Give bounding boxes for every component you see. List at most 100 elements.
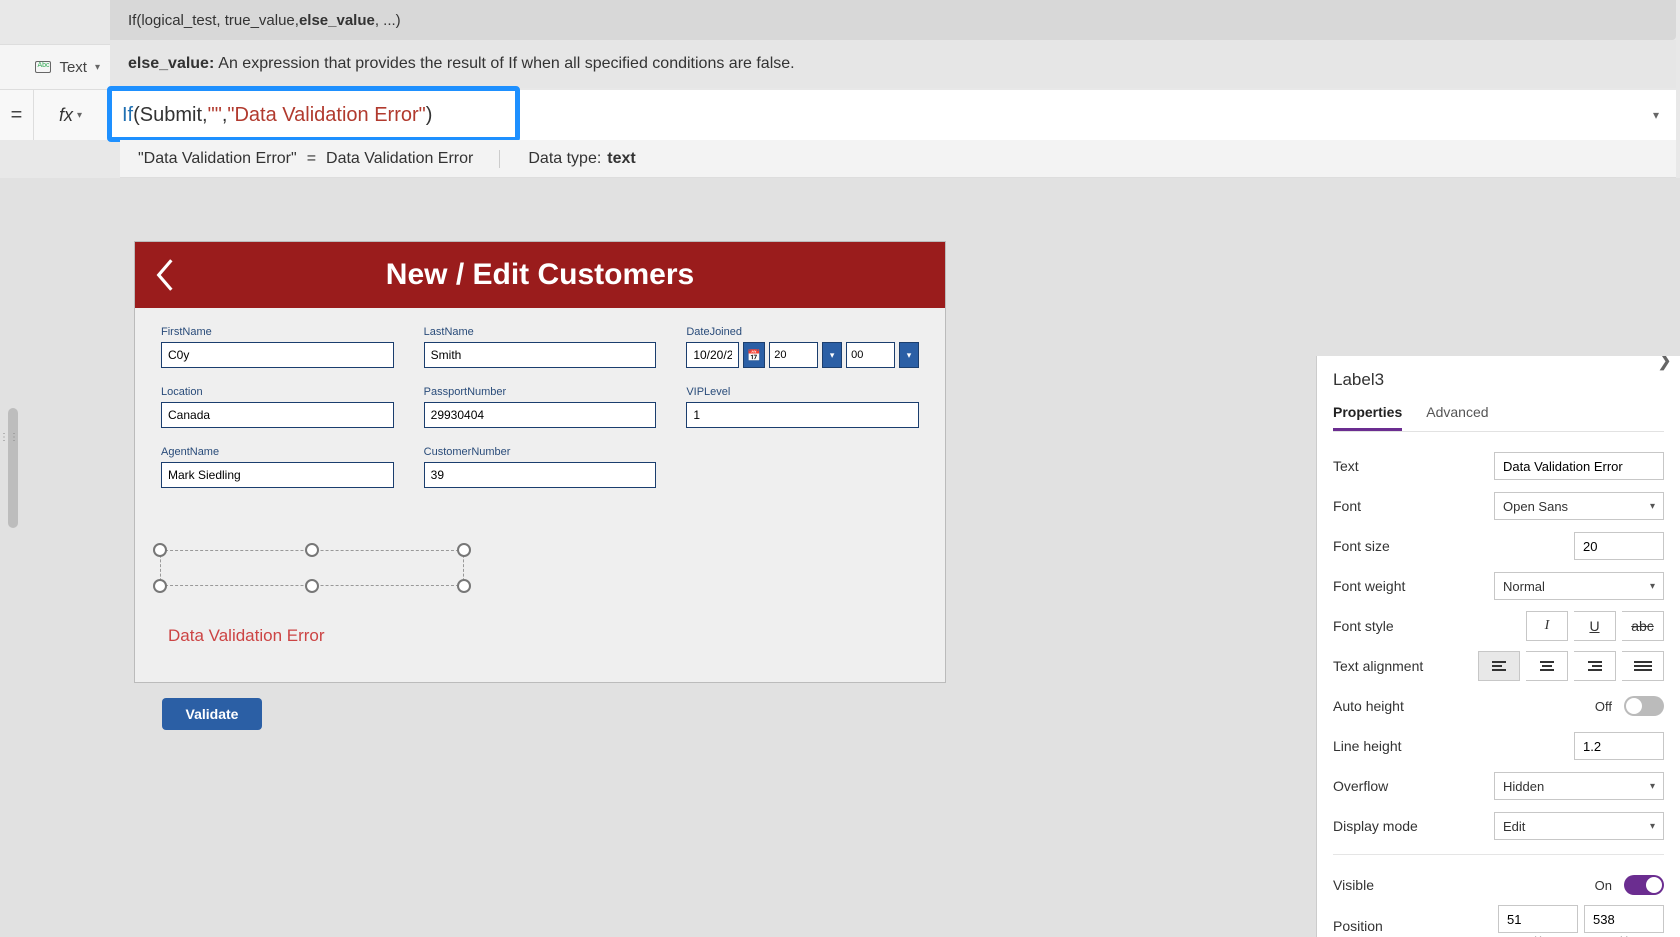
field-customer-no: CustomerNumber xyxy=(424,446,657,488)
chevron-left-icon xyxy=(151,256,179,294)
strikethrough-button[interactable]: abc xyxy=(1622,611,1664,641)
tok-id: Submit xyxy=(140,104,202,127)
prop-label: Visible xyxy=(1333,877,1595,893)
display-mode-value: Edit xyxy=(1503,819,1525,834)
text-property-icon xyxy=(35,61,51,73)
field-first-name: FirstName xyxy=(161,326,394,368)
sig-pre: (logical_test, true_value, xyxy=(136,12,299,29)
position-x-input[interactable] xyxy=(1498,905,1578,933)
formula-editor[interactable]: If ( Submit , "" , "Data Validation Erro… xyxy=(108,90,1636,140)
auto-height-state: Off xyxy=(1595,699,1612,714)
sig-suf: , ...) xyxy=(375,12,401,29)
label: LastName xyxy=(424,326,657,338)
property-selector[interactable]: Text ▾ xyxy=(0,44,110,90)
selected-control-name: Label3 xyxy=(1333,370,1664,390)
scrollbar[interactable] xyxy=(8,408,18,528)
line-height-input[interactable] xyxy=(1574,732,1664,760)
resize-handle[interactable] xyxy=(153,543,167,557)
font-select[interactable]: Open Sans▾ xyxy=(1494,492,1664,520)
hint-text: An expression that provides the result o… xyxy=(218,55,794,73)
chevron-down-icon: ▾ xyxy=(1650,781,1655,792)
last-name-input[interactable] xyxy=(424,342,657,368)
chevron-right-icon[interactable]: ❯ xyxy=(1657,356,1672,371)
vip-input[interactable] xyxy=(686,402,919,428)
prop-label: Line height xyxy=(1333,738,1574,754)
chevron-down-icon: ▾ xyxy=(1650,821,1655,832)
location-input[interactable] xyxy=(161,402,394,428)
label: PassportNumber xyxy=(424,386,657,398)
customer-no-input[interactable] xyxy=(424,462,657,488)
label: DateJoined xyxy=(686,326,919,338)
visible-state: On xyxy=(1595,878,1612,893)
chevron-down-icon: ▾ xyxy=(1650,581,1655,592)
fx-button[interactable]: fx▾ xyxy=(34,90,108,140)
chevron-down-icon: ▾ xyxy=(1650,501,1655,512)
minute-dropdown[interactable] xyxy=(899,342,919,368)
tok-open: ( xyxy=(133,104,140,127)
resize-handle[interactable] xyxy=(305,543,319,557)
prop-label: Font xyxy=(1333,498,1494,514)
resize-handle[interactable] xyxy=(305,579,319,593)
equals-button[interactable]: = xyxy=(0,90,34,140)
align-right-button[interactable] xyxy=(1574,651,1616,681)
field-vip: VIPLevel xyxy=(686,386,919,428)
expand-formula-button[interactable]: ▾ xyxy=(1636,90,1676,140)
eval-rhs: Data Validation Error xyxy=(326,150,473,168)
calendar-icon[interactable]: 📅 xyxy=(743,342,765,368)
minute-input[interactable] xyxy=(846,342,895,368)
position-y-input[interactable] xyxy=(1584,905,1664,933)
label: VIPLevel xyxy=(686,386,919,398)
agent-input[interactable] xyxy=(161,462,394,488)
prop-label: Text xyxy=(1333,458,1494,474)
panel-tabs: Properties Advanced xyxy=(1333,404,1664,432)
display-mode-select[interactable]: Edit ▾ xyxy=(1494,812,1664,840)
font-size-input[interactable] xyxy=(1574,532,1664,560)
tok-str: "" xyxy=(208,104,222,127)
date-joined-input[interactable] xyxy=(686,342,739,368)
font-weight-value: Normal xyxy=(1503,579,1545,594)
font-weight-select[interactable]: Normal ▾ xyxy=(1494,572,1664,600)
design-canvas[interactable]: ⋮⋮ New / Edit Customers FirstName LastNa… xyxy=(0,178,1680,937)
app-title: New / Edit Customers xyxy=(386,258,694,292)
prop-label: Position xyxy=(1333,918,1498,934)
underline-button[interactable]: U xyxy=(1574,611,1616,641)
property-selector-label: Text xyxy=(59,59,87,76)
app-header: New / Edit Customers xyxy=(135,242,945,308)
align-justify-button[interactable] xyxy=(1622,651,1664,681)
field-passport: PassportNumber xyxy=(424,386,657,428)
label: CustomerNumber xyxy=(424,446,657,458)
tab-properties[interactable]: Properties xyxy=(1333,404,1402,431)
hour-input[interactable] xyxy=(769,342,818,368)
label: AgentName xyxy=(161,446,394,458)
prop-label: Font weight xyxy=(1333,578,1494,594)
error-label[interactable]: Data Validation Error xyxy=(160,618,460,654)
text-value-input[interactable] xyxy=(1494,452,1664,480)
overflow-select[interactable]: Hidden▾ xyxy=(1494,772,1664,800)
label: FirstName xyxy=(161,326,394,338)
italic-button[interactable]: I xyxy=(1526,611,1568,641)
chevron-down-icon: ▾ xyxy=(95,62,100,73)
back-button[interactable] xyxy=(151,256,179,294)
passport-input[interactable] xyxy=(424,402,657,428)
field-location: Location xyxy=(161,386,394,428)
eval-lhs: "Data Validation Error" xyxy=(138,150,297,168)
field-last-name: LastName xyxy=(424,326,657,368)
resize-handle[interactable] xyxy=(457,543,471,557)
formula-signature: If (logical_test, true_value, else_value… xyxy=(110,0,1676,40)
tab-advanced[interactable]: Advanced xyxy=(1426,404,1488,431)
auto-height-toggle[interactable] xyxy=(1624,696,1664,716)
validate-button[interactable]: Validate xyxy=(162,698,262,730)
hint-label: else_value: xyxy=(128,55,214,73)
resize-handle[interactable] xyxy=(153,579,167,593)
first-name-input[interactable] xyxy=(161,342,394,368)
resize-handle[interactable] xyxy=(457,579,471,593)
tok-str: "Data Validation Error" xyxy=(227,104,425,127)
prop-label: Font style xyxy=(1333,618,1526,634)
field-date-joined: DateJoined 📅 xyxy=(686,326,919,368)
visible-toggle[interactable] xyxy=(1624,875,1664,895)
align-center-button[interactable] xyxy=(1526,651,1568,681)
text-align-group xyxy=(1478,651,1664,681)
resize-grip-icon[interactable]: ⋮⋮ xyxy=(0,428,18,446)
hour-dropdown[interactable] xyxy=(822,342,842,368)
align-left-button[interactable] xyxy=(1478,651,1520,681)
